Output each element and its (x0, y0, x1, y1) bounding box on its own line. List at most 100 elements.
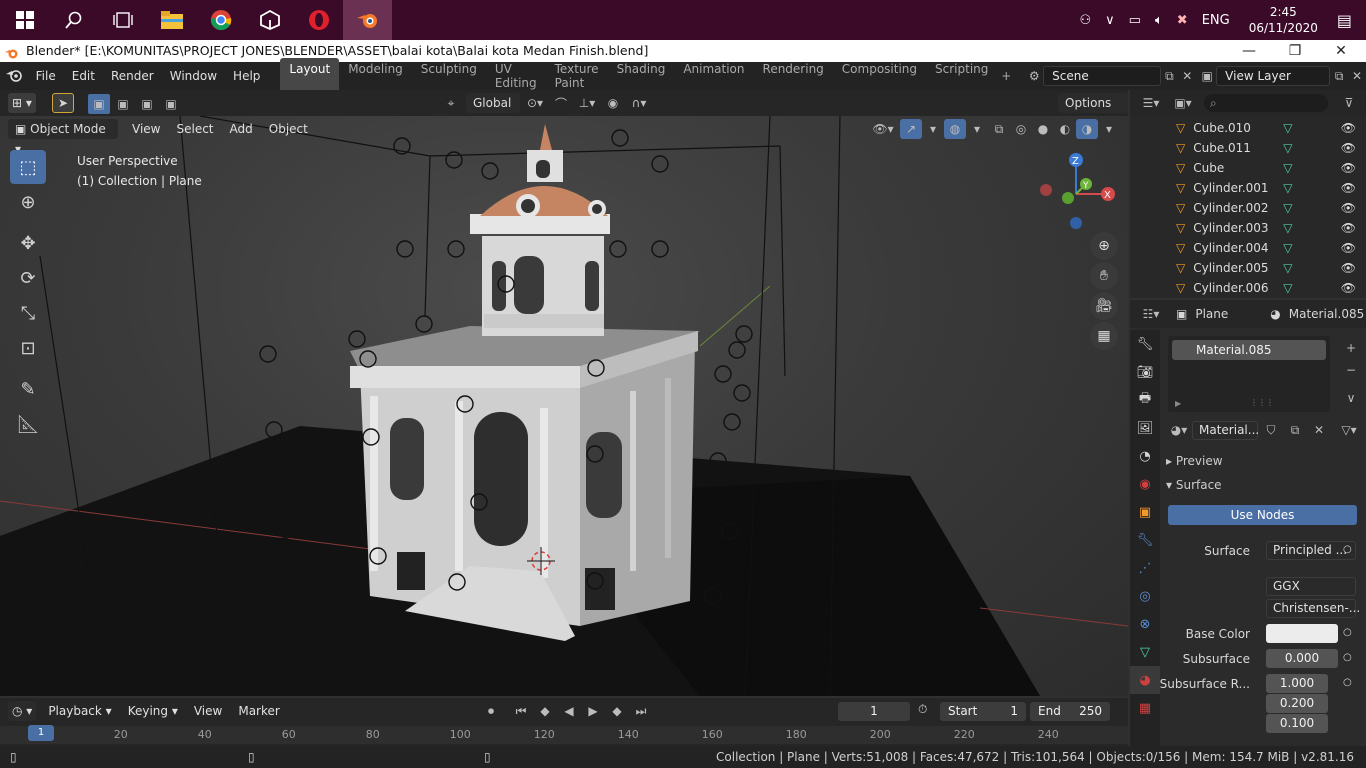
select-tool-icon[interactable]: ➤ (52, 93, 74, 113)
menu-edit[interactable]: Edit (64, 69, 103, 83)
menu-file[interactable]: File (28, 69, 64, 83)
stopwatch-icon[interactable]: ⏱ (918, 702, 927, 717)
scale-tool-icon[interactable]: ⤡ (10, 296, 46, 330)
tab-texture-paint[interactable]: Texture Paint (546, 58, 608, 94)
eye-visibility-icon[interactable]: 👁︎ (1341, 261, 1356, 275)
base-color-swatch[interactable] (1266, 624, 1338, 643)
copy-scene-icon[interactable]: ⧉ (1161, 66, 1179, 86)
windows-start-icon[interactable] (0, 0, 49, 40)
copy-view-layer-icon[interactable]: ⧉ (1330, 66, 1348, 86)
remove-scene-icon[interactable]: ✕ (1178, 66, 1196, 86)
tab-compositing[interactable]: Compositing (833, 58, 926, 94)
playhead[interactable]: 1 (28, 725, 54, 741)
select-extend-icon[interactable]: ▣ (112, 94, 134, 114)
mode-dropdown[interactable]: ▣ Object Mode ▾ (8, 119, 118, 156)
subsurface-radius-x[interactable]: 1.000 (1266, 674, 1328, 693)
chrome-icon[interactable] (196, 0, 245, 40)
move-tool-icon[interactable]: ✥ (10, 226, 46, 260)
outliner-editor-icon[interactable]: ☰▾ (1140, 93, 1162, 113)
falloff-icon[interactable]: ∩▾ (628, 93, 650, 113)
orientation-icon[interactable]: ⌖ (440, 93, 462, 113)
camera-view-icon[interactable]: 🎥︎ (1090, 292, 1118, 320)
add-workspace-icon[interactable]: + (997, 66, 1015, 86)
xray-icon[interactable]: ⧉ (988, 119, 1010, 139)
play-icon[interactable]: ▶ (582, 701, 604, 721)
eye-visibility-icon[interactable]: 👁︎ (1341, 121, 1356, 135)
remove-view-layer-icon[interactable]: ✕ (1348, 66, 1366, 86)
shading-dropdown-icon[interactable]: ▾ (1098, 119, 1120, 139)
tab-modeling[interactable]: Modeling (339, 58, 412, 94)
outliner-row[interactable]: ▽ Cylinder.004 ▽ 👁︎ (1130, 238, 1366, 258)
link-type-icon[interactable]: ▽▾ (1338, 420, 1360, 440)
tab-uv-editing[interactable]: UV Editing (486, 58, 546, 94)
use-nodes-button[interactable]: Use Nodes (1168, 505, 1357, 525)
outliner-row[interactable]: ▽ Cube.011 ▽ 👁︎ (1130, 138, 1366, 158)
outliner-row[interactable]: ▽ Cube.010 ▽ 👁︎ (1130, 118, 1366, 138)
eye-visibility-icon[interactable]: 👁︎ (1341, 221, 1356, 235)
modifier-tab-icon[interactable]: 🔧︎ (1130, 526, 1160, 554)
3d-viewport[interactable]: ▣ Object Mode ▾ View Select Add Object 👁︎▾ … (0, 116, 1128, 696)
eye-visibility-icon[interactable]: 👁︎ (1341, 281, 1356, 295)
editor-type-icon[interactable]: ⊞ ▾ (8, 93, 36, 113)
select-invert-icon[interactable]: ▣ (160, 94, 182, 114)
viewport-menu-add[interactable]: Add (222, 120, 261, 138)
view-layer-selector[interactable]: View Layer (1216, 66, 1331, 86)
outliner-row[interactable]: ▽ Cylinder.003 ▽ 👁︎ (1130, 218, 1366, 238)
data-tab-icon[interactable]: ▽ (1130, 638, 1160, 666)
end-frame-field[interactable]: End 250 (1030, 702, 1110, 721)
timeline-editor-type-icon[interactable]: ◷ ▾ (8, 701, 37, 721)
prev-keyframe-icon[interactable]: ◆ (534, 701, 556, 721)
particles-tab-icon[interactable]: ⋰ (1130, 554, 1160, 582)
render-tab-icon[interactable]: 📷︎ (1130, 358, 1160, 386)
outliner-search-input[interactable]: ⌕ (1204, 94, 1328, 112)
outliner-row[interactable]: ▽ Cylinder.001 ▽ 👁︎ (1130, 178, 1366, 198)
timeline-menu-view[interactable]: View (186, 702, 230, 720)
rotate-tool-icon[interactable]: ⟳ (10, 261, 46, 295)
menu-render[interactable]: Render (103, 69, 162, 83)
subsurface-radius-y[interactable]: 0.200 (1266, 694, 1328, 713)
material-slot[interactable]: Material.085 (1172, 340, 1326, 360)
add-slot-icon[interactable]: + (1340, 338, 1362, 358)
unity-icon[interactable] (245, 0, 294, 40)
proportional-edit-icon[interactable]: ◉ (602, 93, 624, 113)
cursor-tool-icon[interactable]: ⊕ (10, 185, 46, 219)
browse-material-icon[interactable]: ◕▾ (1168, 420, 1190, 440)
gizmo-toggle-icon[interactable]: ↗ (900, 119, 922, 139)
jump-start-icon[interactable]: ⏮ (510, 701, 532, 721)
task-view-icon[interactable] (98, 0, 147, 40)
navigation-gizmo[interactable]: Z X Y (1038, 152, 1118, 232)
transform-orientation-dropdown[interactable]: Global ▾ (466, 93, 520, 130)
snap-icon[interactable]: ⌒ (550, 93, 572, 113)
pan-hand-icon[interactable]: ✋︎ (1090, 262, 1118, 290)
tab-layout[interactable]: Layout (280, 58, 340, 94)
material-name-field[interactable]: Material... (1192, 420, 1259, 440)
slot-specials-icon[interactable]: ∨ (1340, 388, 1362, 408)
file-explorer-icon[interactable] (147, 0, 196, 40)
subsurface-socket-icon[interactable]: ○ (1343, 652, 1352, 663)
overlay-dropdown-icon[interactable]: ▾ (966, 119, 988, 139)
surface-panel-header[interactable]: ▾ Surface (1166, 478, 1222, 492)
opera-icon[interactable] (294, 0, 343, 40)
world-tab-icon[interactable]: ◉ (1130, 470, 1160, 498)
unlink-material-icon[interactable]: ✕ (1308, 420, 1330, 440)
subsurface-radius-socket-icon[interactable]: ○ (1343, 677, 1352, 688)
context-object-label[interactable]: Plane (1195, 307, 1228, 321)
overlay-toggle-icon[interactable]: ◍ (944, 119, 966, 139)
close-icon[interactable]: ✕ (1318, 40, 1364, 62)
filter-icon[interactable]: ⊽ (1338, 93, 1360, 113)
subsurface-radius-z[interactable]: 0.100 (1266, 714, 1328, 733)
scene-icon[interactable]: ⚙ (1025, 66, 1043, 86)
scene-tab-icon[interactable]: ◔ (1130, 442, 1160, 470)
start-frame-field[interactable]: Start 1 (940, 702, 1026, 721)
network-icon[interactable]: ▭ (1129, 13, 1141, 28)
view-layer-icon[interactable]: ▣ (1198, 66, 1216, 86)
eye-visibility-icon[interactable]: 👁︎ (1341, 141, 1356, 155)
ortho-toggle-icon[interactable]: ▦ (1090, 322, 1118, 350)
viewport-menu-view[interactable]: View (124, 120, 168, 138)
volume-icon[interactable]: 🔈︎ (1155, 13, 1163, 28)
subsurface-method-dropdown[interactable]: Christensen-... (1266, 599, 1360, 618)
outliner-row[interactable]: ▽ Cylinder.002 ▽ 👁︎ (1130, 198, 1366, 218)
clock[interactable]: 2:45 06/11/2020 (1249, 4, 1318, 36)
output-tab-icon[interactable]: 🖶 (1130, 386, 1160, 414)
properties-editor-icon[interactable]: ☷▾ (1140, 304, 1162, 324)
